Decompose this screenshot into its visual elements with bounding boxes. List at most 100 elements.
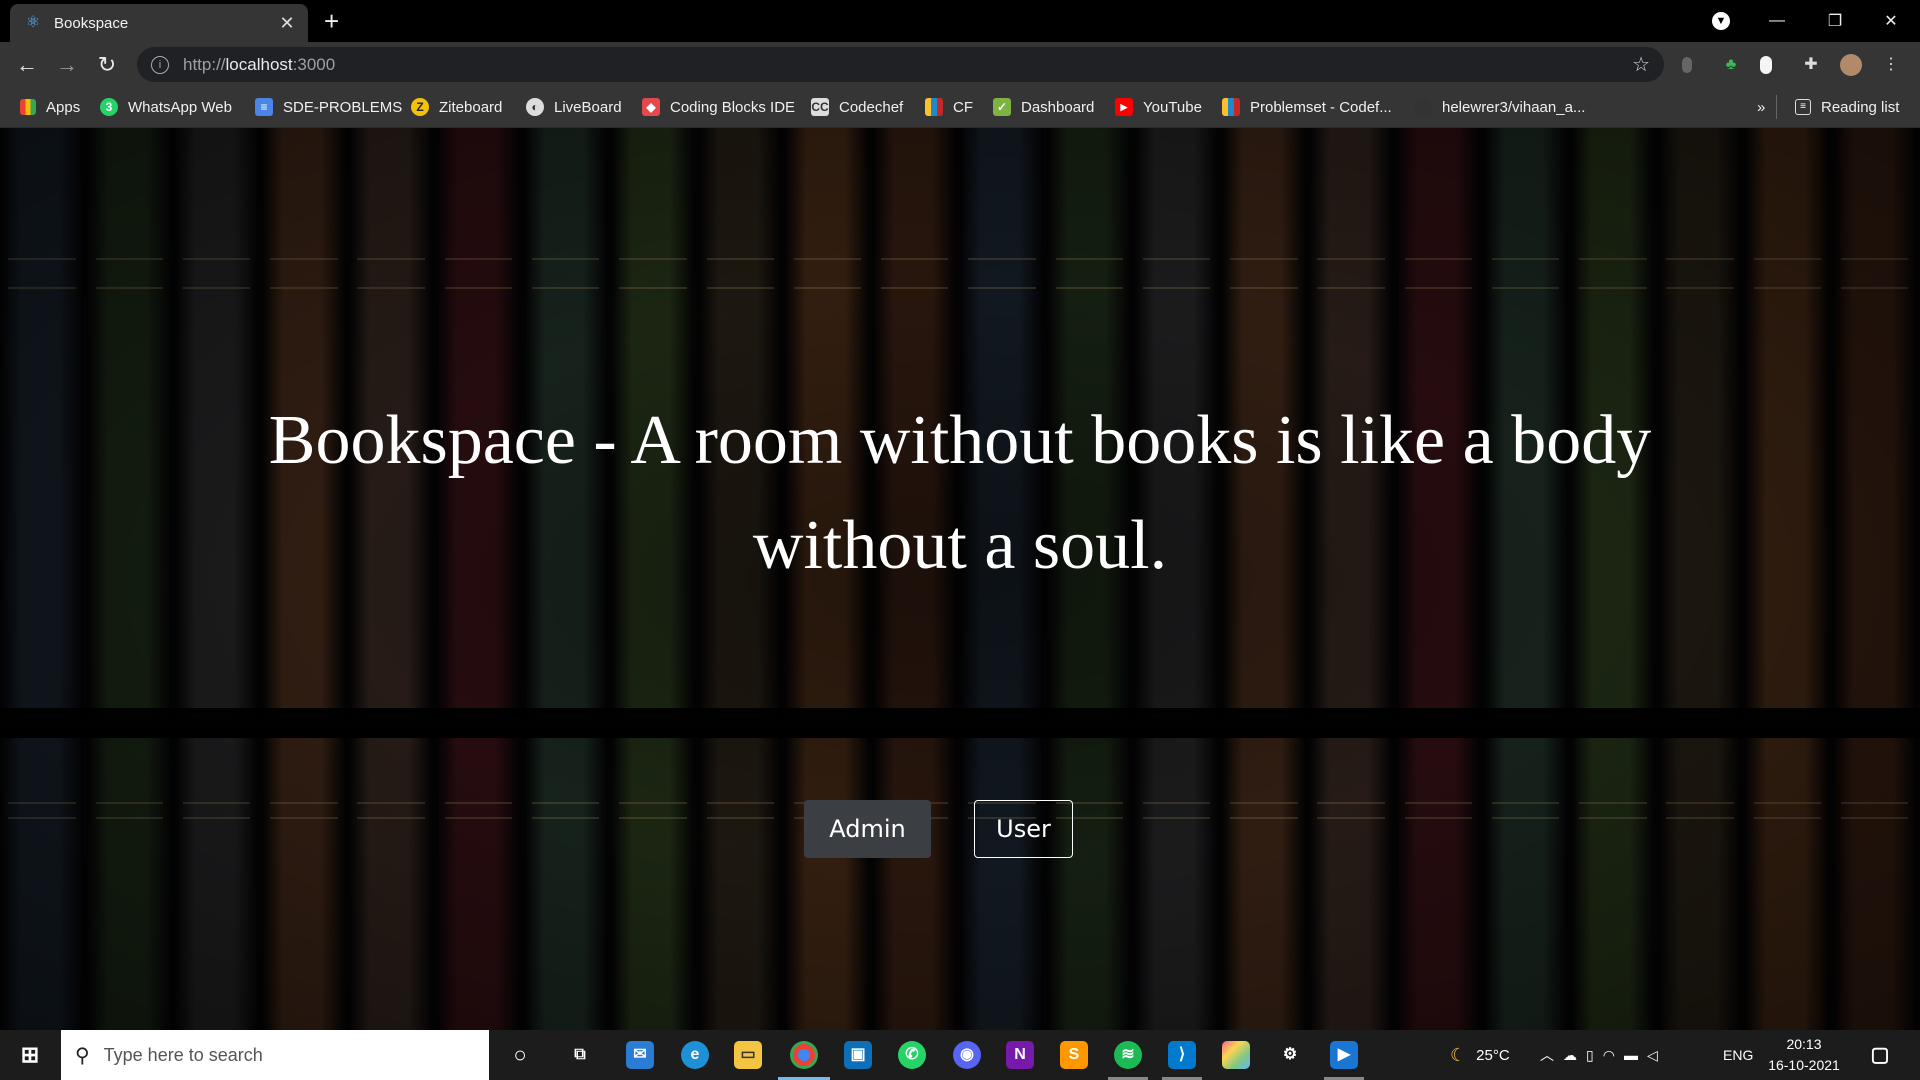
hero-quote-line-2: without a soul.	[752, 507, 1168, 584]
apps-grid-icon	[20, 99, 36, 115]
bookmark-whatsapp[interactable]: 3 WhatsApp Web	[100, 87, 232, 127]
hero-quote: Bookspace - A room without books is like…	[200, 388, 1720, 598]
temperature: 25°C	[1476, 1046, 1510, 1064]
spotify-icon[interactable]: ≋	[1114, 1041, 1142, 1069]
chevron-up-icon[interactable]: ︿	[1540, 1045, 1563, 1065]
close-window-button[interactable]: ✕	[1862, 0, 1920, 42]
file-explorer-icon[interactable]: ▭	[734, 1041, 762, 1069]
browser-toolbar: ← → ↻ i http://localhost:3000 ☆ ♣ ✚ ⋮	[0, 42, 1920, 87]
minimize-button[interactable]: —	[1748, 0, 1806, 42]
bookmark-github[interactable]: helewrer3/vihaan_a...	[1414, 87, 1585, 127]
bookmark-label: YouTube	[1143, 98, 1202, 116]
windows-start-icon[interactable]: ⊞	[16, 1041, 44, 1069]
system-clock[interactable]: 20:13 16-10-2021	[1762, 1034, 1846, 1076]
clock-date: 16-10-2021	[1768, 1057, 1840, 1073]
reading-list-icon: ≡	[1795, 99, 1811, 115]
bookmark-coding-blocks[interactable]: ◆ Coding Blocks IDE	[642, 87, 795, 127]
forward-button[interactable]: →	[53, 51, 81, 79]
windows-taskbar: ⊞ ⚲ Type here to search ○ ⧉ ✉ e ▭ ▣ ✆ ◉ …	[0, 1030, 1920, 1080]
system-tray-icons[interactable]: ︿ ☁ ▯ ◠ ▬ ◁	[1540, 1030, 1667, 1080]
bookmark-label: Ziteboard	[439, 98, 503, 116]
clock-time: 20:13	[1786, 1036, 1822, 1052]
bookmark-ziteboard[interactable]: Z Ziteboard	[411, 87, 502, 127]
mail-icon[interactable]: ✉	[626, 1041, 654, 1069]
bookmarks-overflow-button[interactable]: »	[1757, 87, 1765, 127]
bookmark-label: helewrer3/vihaan_a...	[1442, 98, 1586, 116]
github-icon	[1414, 98, 1432, 116]
bookmark-label: Apps	[46, 98, 81, 116]
bookmark-problemset[interactable]: Problemset - Codef...	[1222, 87, 1392, 127]
app-icon[interactable]	[1222, 1041, 1250, 1069]
media-player-icon[interactable]: ▶	[1330, 1041, 1358, 1069]
bookmarks-bar: Apps 3 WhatsApp Web ≡ SDE-PROBLEMS Z Zit…	[0, 87, 1920, 128]
bookmark-star-icon[interactable]: ☆	[1632, 52, 1650, 77]
whatsapp-icon[interactable]: ✆	[898, 1041, 926, 1069]
avatar[interactable]	[1840, 54, 1862, 76]
battery-icon[interactable]: ▬	[1624, 1047, 1647, 1063]
tree-extension-icon[interactable]: ♣	[1720, 54, 1742, 76]
cortana-icon[interactable]: ○	[506, 1041, 534, 1069]
tab-search-button[interactable]: ▼	[1692, 0, 1750, 42]
language-indicator[interactable]: ENG	[1723, 1030, 1753, 1080]
url-text[interactable]: http://localhost:3000	[183, 55, 335, 75]
discord-icon[interactable]: ◉	[953, 1041, 981, 1069]
user-button[interactable]: User	[974, 800, 1073, 858]
search-icon: ⚲	[75, 1044, 90, 1067]
vscode-icon[interactable]: ⟩	[1168, 1041, 1196, 1069]
liveboard-icon: ◐	[526, 98, 544, 116]
admin-button[interactable]: Admin	[804, 800, 931, 858]
taskbar-search-box[interactable]: ⚲ Type here to search	[61, 1030, 489, 1080]
bookmark-cf[interactable]: CF	[925, 87, 973, 127]
page-viewport: Bookspace - A room without books is like…	[0, 128, 1920, 1030]
bookmark-label: CF	[953, 98, 973, 116]
info-icon[interactable]: i	[151, 55, 169, 74]
bookmark-label: Codechef	[839, 98, 904, 116]
restore-button[interactable]: ❐	[1806, 0, 1864, 42]
edge-icon[interactable]: e	[681, 1041, 709, 1069]
new-tab-button[interactable]: +	[324, 6, 339, 37]
bookmark-dashboard[interactable]: ✓ Dashboard	[993, 87, 1094, 127]
cloud-icon[interactable]: ☁	[1563, 1047, 1586, 1064]
chrome-icon[interactable]	[790, 1041, 818, 1069]
youtube-icon: ▶	[1115, 98, 1133, 116]
bookmark-sde-problems[interactable]: ≡ SDE-PROBLEMS	[255, 87, 402, 127]
tab-bookspace[interactable]: ⚛ Bookspace ✕	[10, 4, 308, 42]
bookmark-liveboard[interactable]: ◐ LiveBoard	[526, 87, 622, 127]
settings-gear-icon[interactable]: ⚙	[1276, 1041, 1304, 1069]
menu-kebab-icon[interactable]: ⋮	[1880, 54, 1902, 76]
notification-icon[interactable]: ▢	[1866, 1041, 1894, 1069]
ziteboard-icon: Z	[411, 98, 429, 116]
bookmark-codechef[interactable]: CC Codechef	[811, 87, 903, 127]
volume-icon[interactable]: ◁	[1647, 1047, 1667, 1064]
extension-icon[interactable]	[1682, 57, 1692, 73]
address-bar[interactable]: i http://localhost:3000 ☆	[137, 47, 1664, 82]
back-button[interactable]: ←	[13, 51, 41, 79]
bookmark-label: Coding Blocks IDE	[670, 98, 796, 116]
extension-icon[interactable]	[1760, 56, 1772, 74]
chevron-down-icon: ▼	[1712, 12, 1730, 30]
device-icon[interactable]: ▯	[1586, 1047, 1603, 1064]
onenote-icon[interactable]: N	[1006, 1041, 1034, 1069]
coding-blocks-icon: ◆	[642, 98, 660, 116]
bookmark-label: Problemset - Codef...	[1250, 98, 1392, 116]
reading-list-button[interactable]: ≡ Reading list	[1776, 95, 1899, 119]
moon-icon: ☾	[1450, 1044, 1467, 1065]
reading-list-label: Reading list	[1821, 98, 1900, 116]
codechef-icon: CC	[811, 98, 829, 116]
close-tab-icon[interactable]: ✕	[276, 13, 298, 34]
bookmark-label: WhatsApp Web	[128, 98, 232, 116]
tab-strip: ⚛ Bookspace ✕ + ▼ — ❐ ✕	[0, 0, 1920, 42]
app-icon[interactable]: ▣	[844, 1041, 872, 1069]
bookmark-youtube[interactable]: ▶ YouTube	[1115, 87, 1202, 127]
bookmark-apps[interactable]: Apps	[20, 87, 80, 127]
bookmark-label: SDE-PROBLEMS	[283, 98, 403, 116]
sublime-text-icon[interactable]: S	[1060, 1041, 1088, 1069]
puzzle-icon[interactable]: ✚	[1800, 54, 1822, 76]
search-placeholder: Type here to search	[103, 1044, 263, 1065]
wifi-icon[interactable]: ◠	[1603, 1047, 1624, 1064]
bookmark-label: Dashboard	[1021, 98, 1095, 116]
reload-button[interactable]: ↻	[93, 51, 121, 79]
task-view-icon[interactable]: ⧉	[566, 1041, 594, 1069]
weather-widget[interactable]: ☾ 25°C	[1450, 1030, 1510, 1080]
react-icon: ⚛	[25, 14, 41, 31]
